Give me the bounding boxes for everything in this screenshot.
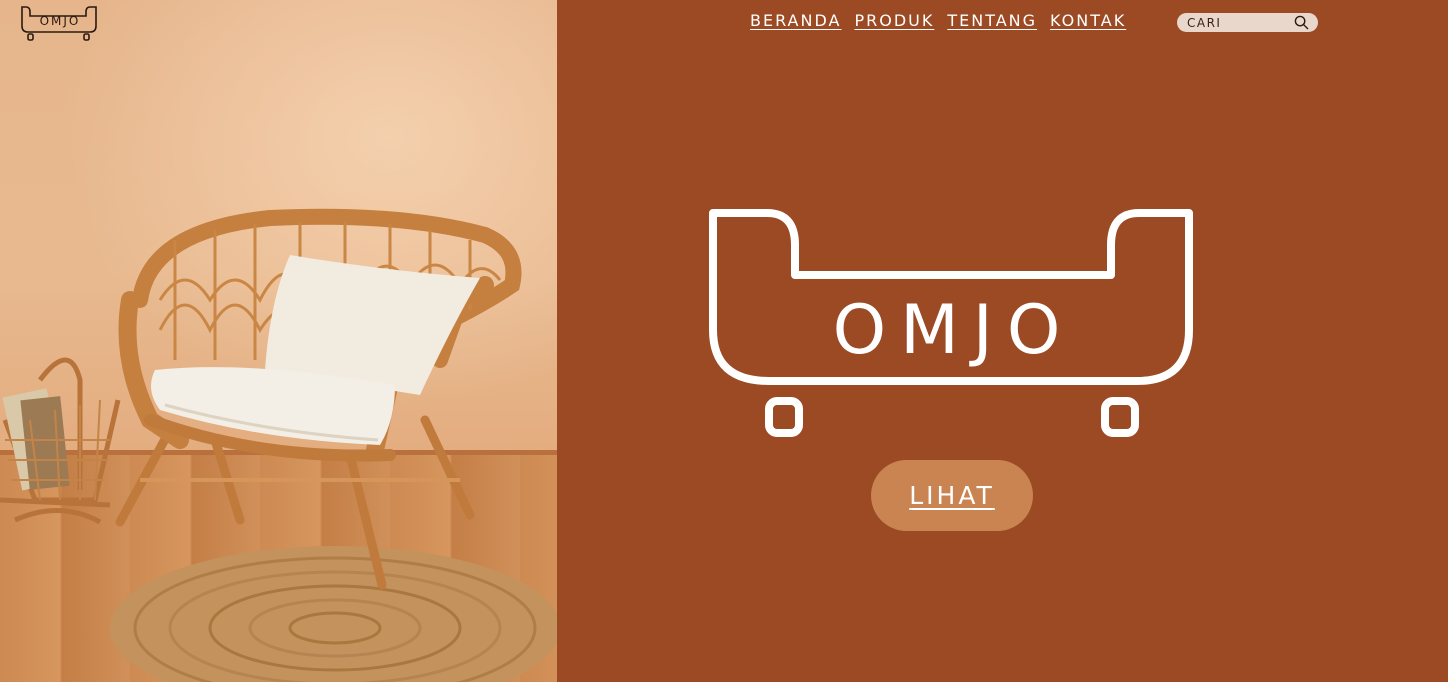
site-logo[interactable]: OMJO [20,4,100,44]
view-button[interactable]: LIHAT [871,460,1033,531]
hero-photo: OMJO [0,0,557,682]
main-nav: BERANDA PRODUK TENTANG KONTAK [750,11,1126,30]
nav-link-beranda[interactable]: BERANDA [750,11,841,30]
logo-text: OMJO [39,14,81,28]
search-bar [1177,13,1318,32]
hero-logo-text: OMJO [832,291,1075,370]
landing-page: OMJO BERANDA PRODUK TENTANG KONTAK OMJO [0,0,1448,682]
hero-logo: OMJO [709,205,1198,440]
rattan-chair-illustration [0,208,557,682]
nav-link-produk[interactable]: PRODUK [854,11,934,30]
search-icon[interactable] [1294,15,1309,30]
search-input[interactable] [1187,15,1287,30]
nav-link-tentang[interactable]: TENTANG [947,11,1037,30]
nav-link-kontak[interactable]: KONTAK [1050,11,1126,30]
brand-panel: BERANDA PRODUK TENTANG KONTAK OMJO LIHAT [557,0,1448,682]
